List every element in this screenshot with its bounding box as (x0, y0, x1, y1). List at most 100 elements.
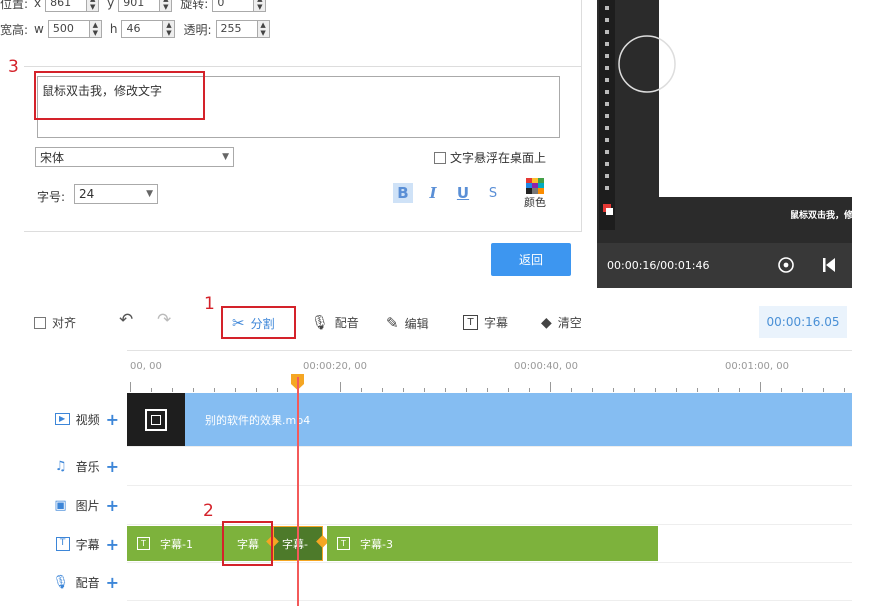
split-label: 分割 (250, 316, 275, 331)
w-label: w (34, 22, 44, 36)
width-value[interactable]: 500 (49, 21, 89, 37)
subtitle-clip-3-label: 字幕-3 (360, 537, 393, 551)
position-row: 位置: x 861▲▼ y 901▲▼ 旋转: 0▲▼ (0, 0, 267, 12)
spin-arrows-icon[interactable]: ▲▼ (253, 0, 266, 11)
x-value[interactable]: 861 (46, 0, 86, 11)
font-size-select[interactable]: 24 ▼ (74, 184, 158, 204)
rotate-spinner[interactable]: 0▲▼ (212, 0, 267, 12)
subtitle-button[interactable]: T 字幕 (463, 314, 508, 331)
eraser-icon: ◆ (541, 314, 552, 331)
font-size-label: 字号: (37, 190, 66, 204)
music-track-name: 音乐 (75, 459, 100, 474)
text-box-icon: T (55, 537, 70, 551)
subtitle-clip-1[interactable]: T 字幕-1 (127, 526, 222, 561)
add-subtitle-button[interactable]: + (106, 535, 119, 554)
divider (24, 66, 582, 67)
align-checkbox[interactable] (34, 316, 46, 329)
spin-arrows-icon[interactable]: ▲▼ (86, 0, 99, 11)
bold-button[interactable]: B (393, 183, 413, 203)
font-select[interactable]: 宋体 ▼ (35, 147, 234, 167)
subtitle-clip-split-b-label: 字幕- (282, 537, 308, 551)
thumbnail-frame-icon (145, 408, 167, 431)
undo-icon[interactable]: ↶ (119, 310, 133, 330)
edit-button[interactable]: ✎ 编辑 (386, 314, 429, 332)
subtitle-label: 字幕 (484, 316, 509, 330)
replay-icon[interactable] (777, 256, 795, 274)
spin-arrows-icon[interactable]: ▲▼ (162, 21, 175, 37)
draw-tools-icon[interactable] (599, 0, 615, 230)
playhead-line (297, 377, 299, 606)
x-spinner[interactable]: 861▲▼ (45, 0, 100, 12)
add-image-button[interactable]: + (106, 496, 119, 515)
opacity-spinner[interactable]: 255 ▲ ▼ (215, 20, 270, 38)
redo-icon[interactable]: ↷ (157, 310, 171, 330)
video-clip[interactable]: 别的软件的效果.mp4 (127, 393, 852, 446)
add-music-button[interactable]: + (106, 457, 119, 476)
add-dub-button[interactable]: + (106, 573, 119, 592)
add-video-button[interactable]: + (106, 410, 119, 429)
annotation-1: 1 (204, 294, 215, 314)
track-label-subtitle: T 字幕 + (0, 525, 127, 563)
dub-track-name: 配音 (75, 575, 100, 590)
pencil-icon: ✎ (386, 314, 399, 332)
x-label: x (34, 0, 42, 10)
strikethrough-button[interactable]: S (483, 183, 503, 203)
circle-cursor-icon (618, 35, 676, 93)
height-value[interactable]: 46 (122, 21, 162, 37)
scissors-icon: ✂ (232, 314, 245, 332)
opacity-label: 透明: (183, 22, 212, 37)
chevron-down-icon: ▼ (222, 152, 229, 162)
subtitle-clip-3[interactable]: T 字幕-3 (327, 526, 658, 561)
skip-back-icon[interactable] (822, 257, 836, 273)
back-button[interactable]: 返回 (491, 243, 571, 276)
y-spinner[interactable]: 901▲▼ (118, 0, 173, 12)
split-button[interactable]: ✂ 分割 (232, 314, 275, 332)
dub-label: 配音 (334, 316, 359, 330)
position-label: 位置: (0, 0, 29, 11)
music-track[interactable] (127, 447, 852, 486)
size-label: 宽高: (0, 22, 29, 37)
italic-button[interactable]: I (423, 183, 443, 203)
color-label: 颜色 (524, 196, 546, 209)
rotate-value[interactable]: 0 (213, 0, 253, 11)
subtitle-clip-1-label: 字幕-1 (160, 537, 193, 551)
spin-arrows-icon[interactable]: ▲▼ (159, 0, 172, 11)
text-input-value[interactable]: 鼠标双击我，修改文字 (42, 82, 162, 99)
size-row: 宽高: w 500 ▲ ▼ h 46 ▲ ▼ 透明: 255 ▲ ▼ (0, 20, 270, 38)
y-value[interactable]: 901 (119, 0, 159, 11)
dub-button[interactable]: 🎙 配音 (311, 314, 359, 331)
underline-button[interactable]: U (453, 183, 473, 203)
dub-track[interactable] (127, 563, 852, 601)
timeline-ruler[interactable]: 00, 00 00:00:20, 00 00:00:40, 00 00:01:0… (127, 350, 852, 392)
float-label: 文字悬浮在桌面上 (450, 151, 547, 165)
spin-arrows-icon[interactable]: ▲▼ (88, 21, 101, 37)
color-palette-icon (526, 178, 544, 194)
music-note-icon: ♫ (54, 458, 67, 474)
height-spinner[interactable]: 46 ▲ ▼ (121, 20, 176, 38)
spin-arrows-icon[interactable]: ▲▼ (256, 21, 269, 37)
float-checkbox[interactable] (434, 151, 446, 164)
clear-label: 清空 (557, 316, 582, 330)
video-icon: ▶ (54, 413, 70, 425)
opacity-value[interactable]: 255 (217, 21, 257, 37)
microphone-icon: 🎙 (311, 314, 329, 331)
annotation-box-2 (222, 521, 273, 566)
clear-button[interactable]: ◆ 清空 (541, 314, 582, 331)
edit-label: 编辑 (404, 316, 429, 331)
y-label: y (107, 0, 115, 10)
preview-toolbar (599, 0, 615, 230)
float-checkbox-group[interactable]: 文字悬浮在桌面上 (434, 149, 546, 166)
track-label-music: ♫ 音乐 + (0, 447, 127, 485)
text-box-icon: T (463, 315, 478, 330)
preview-caption: 鼠标双击我，修 (790, 211, 854, 221)
align-checkbox-group[interactable]: 对齐 (34, 314, 76, 331)
player-controls: 00:00:16/00:01:46 (597, 243, 852, 288)
track-label-image: ▣ 图片 + (0, 486, 127, 524)
color-button[interactable]: 颜色 (524, 178, 546, 210)
image-track-name: 图片 (75, 498, 100, 513)
ruler-label-60: 00:01:00, 00 (725, 361, 789, 372)
subtitle-track-name: 字幕 (75, 537, 100, 552)
image-track[interactable] (127, 486, 852, 525)
width-spinner[interactable]: 500 ▲ ▼ (47, 20, 102, 38)
h-label: h (109, 22, 118, 36)
